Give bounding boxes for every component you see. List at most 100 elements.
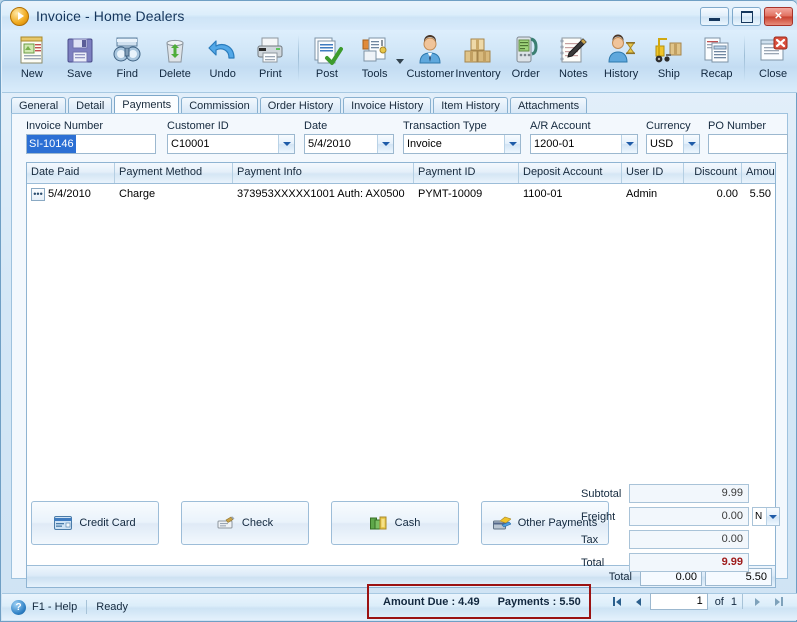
grid-header-row: Date Paid Payment Method Payment Info Pa… xyxy=(27,163,775,184)
grid-header-user-id[interactable]: User ID xyxy=(622,163,684,183)
toolbar-separator xyxy=(298,35,300,81)
summary-total-value: 9.99 xyxy=(629,553,749,572)
date-combo[interactable]: 5/4/2010 xyxy=(304,134,394,154)
transaction-type-combo[interactable]: Invoice xyxy=(403,134,521,154)
check-label: Check xyxy=(241,517,274,529)
next-record-icon[interactable] xyxy=(748,593,767,610)
toolbar-separator xyxy=(744,35,746,81)
transaction-type-value: Invoice xyxy=(407,138,442,150)
tab-detail[interactable]: Detail xyxy=(68,97,113,114)
toolbar-label: Customer xyxy=(406,68,455,80)
previous-record-icon[interactable] xyxy=(629,593,648,610)
toolbar-button-save[interactable]: Save xyxy=(56,30,104,88)
chevron-down-icon[interactable] xyxy=(621,135,637,153)
toolbar-button-undo[interactable]: Undo xyxy=(199,30,247,88)
help-question-icon[interactable]: ? xyxy=(11,599,26,615)
customer-id-combo[interactable]: C10001 xyxy=(167,134,295,154)
maximize-button[interactable] xyxy=(732,7,761,26)
currency-combo[interactable]: USD xyxy=(646,134,700,154)
history-person-hourglass-icon xyxy=(605,34,637,66)
invoice-header-fields: Invoice Number SI-10146 Customer ID C100… xyxy=(12,114,789,162)
first-record-icon[interactable] xyxy=(608,593,627,610)
toolbar-button-print[interactable]: Print xyxy=(247,30,295,88)
tax-label: Tax xyxy=(581,533,599,546)
page-number-input[interactable]: 1 xyxy=(649,593,708,610)
toolbar-button-close[interactable]: Close xyxy=(749,30,797,88)
summary-row-tax: Tax 0.00 xyxy=(581,529,781,550)
field-ar-account: A/R Account 1200-01 xyxy=(530,120,638,154)
po-number-input[interactable] xyxy=(708,134,788,154)
chevron-down-icon[interactable] xyxy=(278,135,294,153)
cash-button[interactable]: Cash xyxy=(331,501,459,545)
toolbar-button-tools[interactable]: Tools xyxy=(351,30,399,88)
table-row[interactable]: ••• 5/4/2010 Charge 373953XXXXX1001 Auth… xyxy=(27,184,775,204)
tab-payments[interactable]: Payments xyxy=(114,95,180,114)
ready-text: Ready xyxy=(96,601,129,613)
subtotal-value: 9.99 xyxy=(629,484,749,503)
toolbar-label: New xyxy=(20,68,43,80)
toolbar-button-customer[interactable]: Customer xyxy=(406,30,454,88)
grid-header-discount[interactable]: Discount xyxy=(684,163,742,183)
po-number-label: PO Number xyxy=(708,120,767,132)
toolbar-button-notes[interactable]: Notes xyxy=(550,30,598,88)
invoice-number-input[interactable]: SI-10146 xyxy=(26,134,156,154)
toolbar-button-new[interactable]: New xyxy=(8,30,56,88)
minimize-button[interactable] xyxy=(700,7,729,26)
toolbar-button-recap[interactable]: Recap xyxy=(693,30,741,88)
row-detail-ellipsis-icon[interactable]: ••• xyxy=(31,187,45,201)
toolbar-button-inventory[interactable]: Inventory xyxy=(454,30,502,88)
last-record-icon[interactable] xyxy=(769,593,788,610)
window-controls: ✕ xyxy=(700,7,793,26)
record-navigator: 1 of 1 xyxy=(608,593,788,610)
cell-payment-method: Charge xyxy=(119,188,156,200)
chevron-down-icon[interactable] xyxy=(683,135,699,153)
cell-deposit-account: 1100-01 xyxy=(523,188,563,200)
field-po-number: PO Number xyxy=(708,120,788,154)
chevron-down-icon[interactable] xyxy=(766,508,779,525)
toolbar-button-delete[interactable]: Delete xyxy=(151,30,199,88)
credit-card-button[interactable]: Credit Card xyxy=(31,501,159,545)
forklift-icon xyxy=(653,34,685,66)
grid-header-date-paid[interactable]: Date Paid xyxy=(27,163,115,183)
recap-report-icon xyxy=(701,34,733,66)
grid-header-payment-method[interactable]: Payment Method xyxy=(115,163,233,183)
toolbar-label: Inventory xyxy=(455,68,501,80)
grid-header-payment-info[interactable]: Payment Info xyxy=(233,163,414,183)
cell-payment-id: PYMT-10009 xyxy=(418,188,483,200)
help-text[interactable]: F1 - Help xyxy=(32,601,77,613)
check-button[interactable]: Check xyxy=(181,501,309,545)
close-button[interactable]: ✕ xyxy=(764,7,793,26)
amount-due-group: Amount Due : 4.49 Payments : 5.50 xyxy=(383,596,581,608)
toolbar-label: Print xyxy=(259,68,282,80)
cell-discount: 0.00 xyxy=(716,188,738,200)
tab-invoice-history[interactable]: Invoice History xyxy=(343,97,432,114)
chevron-down-icon[interactable] xyxy=(377,135,393,153)
tab-attachments[interactable]: Attachments xyxy=(509,97,588,114)
ar-account-combo[interactable]: 1200-01 xyxy=(530,134,638,154)
freight-value[interactable]: 0.00 xyxy=(629,507,749,526)
toolbar-label: History xyxy=(604,68,639,80)
grid-header-payment-id[interactable]: Payment ID xyxy=(414,163,519,183)
freight-taxable-combo[interactable]: N xyxy=(752,507,780,526)
toolbar-button-order[interactable]: Order xyxy=(502,30,550,88)
nav-separator xyxy=(742,594,743,609)
tab-item-history[interactable]: Item History xyxy=(433,97,508,114)
chevron-down-icon[interactable] xyxy=(396,58,405,64)
customer-id-value: C10001 xyxy=(171,138,210,150)
toolbar-button-history[interactable]: History xyxy=(597,30,645,88)
printer-icon xyxy=(254,34,286,66)
tab-commission[interactable]: Commission xyxy=(181,97,258,114)
toolbar-button-post[interactable]: Post xyxy=(303,30,351,88)
grid-header-amount[interactable]: Amount xyxy=(742,163,775,183)
play-circle-icon xyxy=(10,6,29,26)
cell-amount: 5.50 xyxy=(749,188,771,200)
payment-method-buttons: Credit Card Check Cash Other Payments xyxy=(31,501,609,545)
toolbar-button-find[interactable]: Find xyxy=(103,30,151,88)
tab-general[interactable]: General xyxy=(11,97,67,114)
toolbar-button-ship[interactable]: Ship xyxy=(645,30,693,88)
grid-header-deposit-account[interactable]: Deposit Account xyxy=(519,163,622,183)
toolbar-label: Tools xyxy=(361,68,388,80)
tab-order-history[interactable]: Order History xyxy=(259,97,342,114)
chevron-down-icon[interactable] xyxy=(504,135,520,153)
date-label: Date xyxy=(304,120,328,132)
